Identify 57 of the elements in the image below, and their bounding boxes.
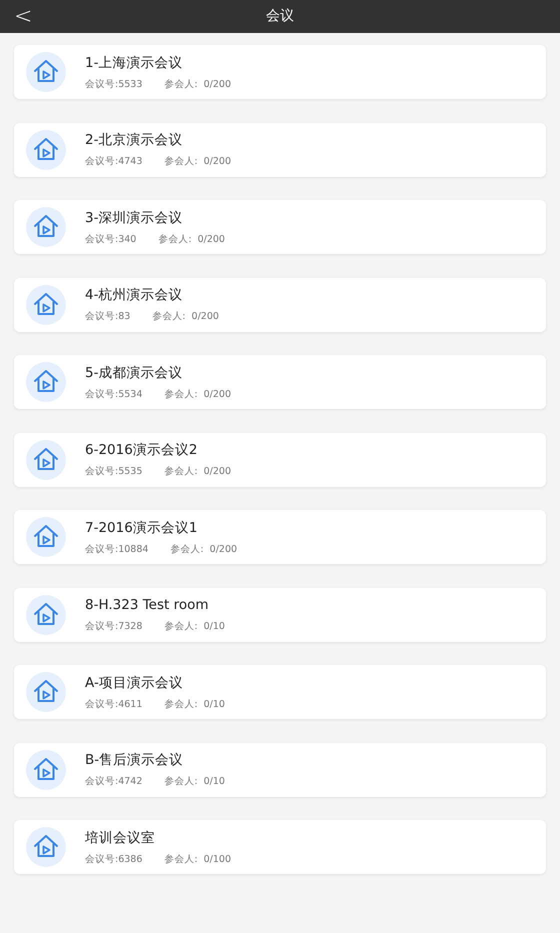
meeting-title: 3-深圳演示会议 (85, 208, 184, 226)
meeting-number: 会议号:10884 (85, 544, 148, 556)
meeting-room-icon (26, 207, 66, 247)
participant-count: 参会人: 0/200 (170, 544, 238, 556)
meeting-title: 4-杭州演示会议 (85, 286, 184, 304)
meeting-number: 会议号:5533 (85, 78, 142, 90)
meeting-number: 会议号:5535 (85, 466, 142, 478)
participant-count: 参会人: 0/10 (164, 698, 225, 710)
back-button[interactable]: < (10, 0, 36, 33)
meeting-title: 培训会议室 (85, 828, 156, 846)
meeting-title: 7-2016演示会议1 (85, 518, 198, 536)
meeting-title: 1-上海演示会议 (85, 54, 184, 72)
meeting-room-icon (26, 52, 66, 92)
meeting-card[interactable]: A-项目演示会议 会议号:4611 参会人: 0/10 (14, 665, 546, 719)
meeting-room-icon (26, 440, 66, 480)
participant-count: 参会人: 0/200 (152, 311, 219, 323)
meeting-room-icon (26, 130, 66, 170)
meeting-room-icon (26, 517, 66, 557)
meeting-number: 会议号:4611 (85, 698, 142, 710)
meeting-card[interactable]: 6-2016演示会议2 会议号:5535 参会人: 0/200 (14, 432, 546, 486)
meeting-number: 会议号:5534 (85, 388, 142, 400)
meeting-card[interactable]: 8-H.323 Test room 会议号:7328 参会人: 0/10 (14, 588, 546, 642)
meeting-number: 会议号:7328 (85, 621, 142, 633)
participant-count: 参会人: 0/200 (164, 466, 232, 478)
meeting-card[interactable]: 培训会议室 会议号:6386 参会人: 0/100 (14, 820, 546, 874)
meeting-title: A-项目演示会议 (85, 674, 184, 692)
meeting-title: 6-2016演示会议2 (85, 441, 198, 459)
meeting-number: 会议号:340 (85, 234, 136, 246)
meeting-room-icon (26, 827, 66, 867)
participant-count: 参会人: 0/200 (164, 78, 232, 90)
participant-count: 参会人: 0/200 (164, 156, 232, 168)
meeting-card[interactable]: 7-2016演示会议1 会议号:10884 参会人: 0/200 (14, 510, 546, 564)
meeting-number: 会议号:4742 (85, 776, 142, 788)
participant-count: 参会人: 0/200 (158, 234, 225, 246)
meeting-card[interactable]: 3-深圳演示会议 会议号:340 参会人: 0/200 (14, 200, 546, 254)
meeting-card[interactable]: 2-北京演示会议 会议号:4743 参会人: 0/200 (14, 122, 546, 176)
meeting-title: 8-H.323 Test room (85, 596, 210, 614)
meeting-room-icon (26, 362, 66, 402)
meeting-title: B-售后演示会议 (85, 751, 184, 769)
participant-count: 参会人: 0/10 (164, 776, 225, 788)
meeting-room-icon (26, 284, 66, 324)
meeting-title: 2-北京演示会议 (85, 131, 184, 149)
participant-count: 参会人: 0/100 (164, 854, 232, 866)
meeting-card[interactable]: 4-杭州演示会议 会议号:83 参会人: 0/200 (14, 278, 546, 332)
meeting-number: 会议号:4743 (85, 156, 142, 168)
meeting-room-icon (26, 594, 66, 634)
meeting-room-icon (26, 750, 66, 790)
participant-count: 参会人: 0/10 (164, 621, 225, 633)
meeting-room-icon (26, 672, 66, 712)
meeting-number: 会议号:6386 (85, 854, 142, 866)
meeting-title: 5-成都演示会议 (85, 364, 184, 382)
meeting-card[interactable]: 1-上海演示会议 会议号:5533 参会人: 0/200 (14, 45, 546, 99)
page-title: 会议 (266, 7, 294, 26)
participant-count: 参会人: 0/200 (164, 388, 232, 400)
meeting-card[interactable]: 5-成都演示会议 会议号:5534 参会人: 0/200 (14, 355, 546, 409)
meeting-card[interactable]: B-售后演示会议 会议号:4742 参会人: 0/10 (14, 742, 546, 796)
meeting-number: 会议号:83 (85, 311, 130, 323)
